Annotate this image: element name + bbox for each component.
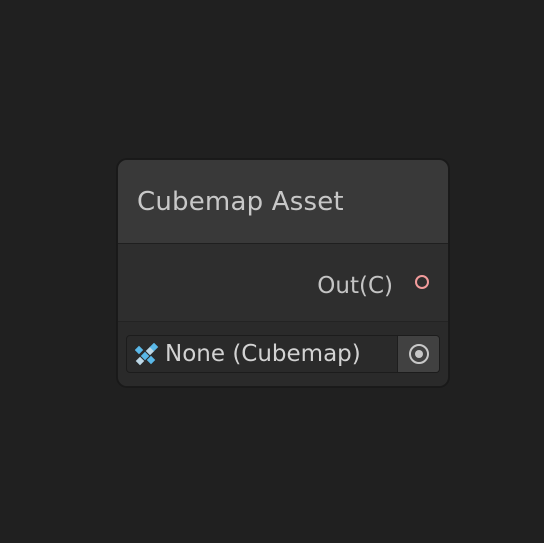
output-port-connector[interactable]: [415, 275, 429, 289]
output-port-label: Out(C): [317, 273, 393, 299]
object-picker-button[interactable]: [397, 336, 439, 372]
output-ports-section: Out(C): [118, 244, 448, 322]
node-properties-section: None (Cubemap): [118, 322, 448, 386]
object-picker-icon: [408, 343, 430, 365]
cubemap-object-field[interactable]: None (Cubemap): [126, 335, 440, 373]
cubemap-asset-node[interactable]: Cubemap Asset Out(C) None (Cubemap): [117, 159, 449, 387]
cubemap-icon: [134, 342, 159, 367]
graph-canvas[interactable]: Cubemap Asset Out(C) None (Cubemap): [0, 0, 544, 543]
node-title-bar[interactable]: Cubemap Asset: [118, 160, 448, 244]
object-field-value: None (Cubemap): [165, 341, 361, 367]
node-title: Cubemap Asset: [137, 187, 344, 217]
